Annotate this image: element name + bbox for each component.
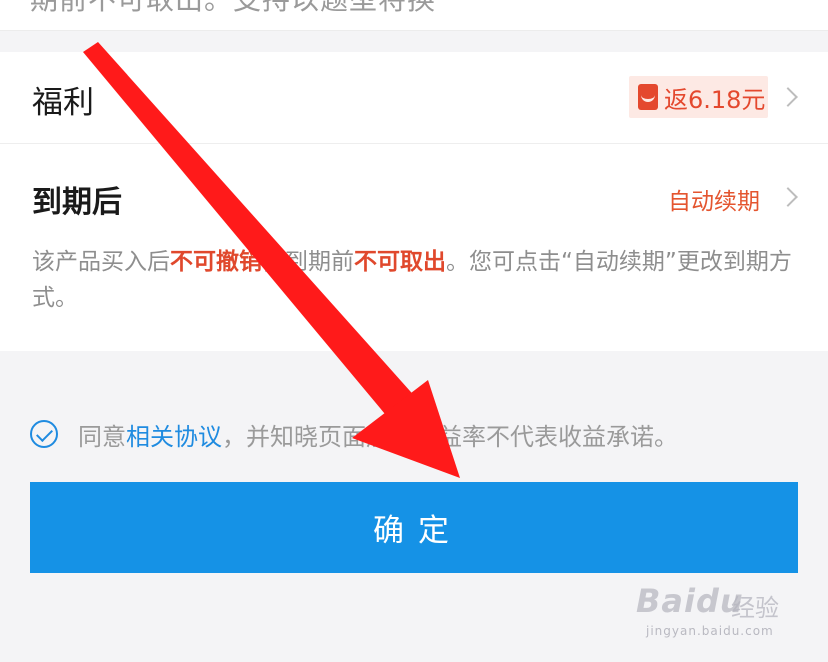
desc-highlight: 不可取出 — [354, 249, 446, 275]
expiry-label: 到期后 — [32, 185, 122, 220]
welfare-label: 福利 — [32, 85, 94, 121]
baidu-jingyan-watermark: Baidu 经验 jingyan.baidu.com — [636, 576, 806, 646]
cashback-text: 返6.18元 — [664, 85, 766, 114]
confirm-button[interactable]: 确定 — [30, 482, 798, 573]
red-packet-icon — [638, 84, 658, 110]
cashback-badge: 返6.18元 — [629, 76, 768, 118]
watermark-cn: 经验 — [731, 594, 779, 622]
chevron-right-icon[interactable] — [778, 187, 798, 207]
desc-text: ，到期前 — [262, 249, 354, 275]
auto-renew-link[interactable]: 自动续期 — [668, 182, 760, 216]
chevron-right-icon — [778, 87, 798, 107]
watermark-brand: Baidu — [636, 582, 744, 620]
expiry-section: 到期后 自动续期 该产品买入后不可撤销，到期前不可取出。您可点击“自动续期”更改… — [0, 144, 828, 351]
agreement-prefix: 同意 — [78, 422, 126, 451]
expiry-description: 该产品买入后不可撤销，到期前不可取出。您可点击“自动续期”更改到期方式。 — [32, 244, 792, 316]
previous-section-text: 期前不可取出。支持以题型将换 — [30, 0, 436, 18]
welfare-row[interactable]: 福利 返6.18元 — [0, 52, 828, 144]
agreement-link[interactable]: 相关协议 — [126, 423, 222, 451]
previous-section-strip: 期前不可取出。支持以题型将换 — [0, 0, 828, 31]
checkbox-checked-icon[interactable] — [30, 420, 58, 448]
agreement-row: 同意相关协议，并知晓页面展示收益率不代表收益承诺。 — [30, 414, 678, 454]
agreement-suffix: ，并知晓页面展示收益率不代表收益承诺。 — [222, 422, 678, 451]
watermark-url: jingyan.baidu.com — [646, 624, 774, 638]
agreement-text: 同意相关协议，并知晓页面展示收益率不代表收益承诺。 — [78, 417, 678, 452]
desc-text: 该产品买入后 — [32, 249, 170, 275]
desc-highlight: 不可撤销 — [170, 249, 262, 275]
